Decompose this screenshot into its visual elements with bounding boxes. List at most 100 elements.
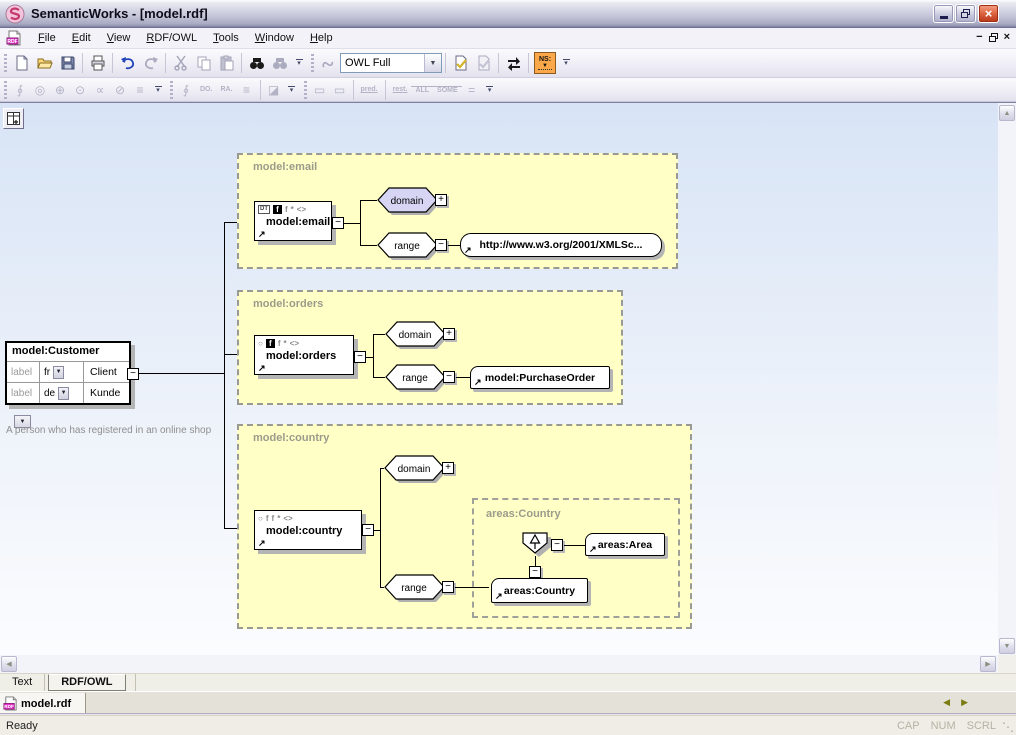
language-select[interactable]: fr▼ <box>39 362 84 382</box>
cut-button[interactable] <box>169 52 192 74</box>
tab-text-view[interactable]: Text <box>0 674 45 691</box>
menu-edit[interactable]: Edit <box>64 30 99 46</box>
orders-collapse-toggle[interactable]: − <box>354 351 366 363</box>
sync-views-button[interactable] <box>502 52 525 74</box>
toolbar-grip[interactable] <box>170 81 173 99</box>
email-domain-expand[interactable]: + <box>435 194 447 206</box>
tool-restriction-button[interactable]: rest. <box>389 86 412 93</box>
orders-property-node[interactable]: ○ f f * <> model:orders ↗ <box>254 335 354 375</box>
language-select[interactable]: de▼ <box>39 383 84 403</box>
tab-rdfowl-view[interactable]: RDF/OWL <box>48 674 125 691</box>
save-button[interactable] <box>56 52 79 74</box>
menu-help[interactable]: Help <box>302 30 341 46</box>
tool-plus-circle-icon[interactable]: ⊕ <box>50 80 70 100</box>
doc-tab-scroll-right-icon[interactable]: ▶ <box>961 697 968 708</box>
tool-connector-icon[interactable]: ∝ <box>90 80 110 100</box>
redo-button[interactable] <box>139 52 162 74</box>
overview-button[interactable] <box>3 108 24 129</box>
tool-pin-icon[interactable]: ∮ <box>176 80 196 100</box>
toolbar-overflow-icon[interactable]: ▾ <box>293 59 305 67</box>
superclass-collapse-toggle[interactable]: − <box>529 566 541 578</box>
tool-dot-circle-icon[interactable]: ⊙ <box>70 80 90 100</box>
vertical-scrollbar[interactable]: ▲ ▼ <box>998 102 1016 655</box>
mdi-restore-button[interactable] <box>989 33 998 42</box>
tool-slash-circle-icon[interactable]: ⊘ <box>110 80 130 100</box>
scroll-down-button[interactable]: ▼ <box>999 638 1015 654</box>
tool-somevalues-button[interactable]: SOME <box>433 86 462 94</box>
copy-button[interactable] <box>192 52 215 74</box>
close-button[interactable]: × <box>978 4 999 23</box>
print-button[interactable] <box>86 52 109 74</box>
orders-domain-hexagon[interactable]: domain <box>385 321 447 351</box>
mdi-close-button[interactable]: × <box>1004 31 1010 43</box>
country-domain-expand[interactable]: + <box>442 462 454 474</box>
toolbar-overflow-icon[interactable]: ▾ <box>152 86 164 94</box>
menu-rdfowl[interactable]: RDF/OWL <box>138 30 205 46</box>
isa-collapse-toggle[interactable]: − <box>551 539 563 551</box>
menu-window[interactable]: Window <box>247 30 302 46</box>
country-range-collapse[interactable]: − <box>442 581 454 593</box>
namespace-button[interactable]: NS: ▼ <box>534 52 556 74</box>
tool-rect2-icon[interactable]: ▭ <box>330 80 350 100</box>
menu-view[interactable]: View <box>99 30 139 46</box>
toolbar-grip[interactable] <box>4 54 7 72</box>
areas-country-node[interactable]: areas:Country ↗ <box>491 578 588 603</box>
orders-range-collapse[interactable]: − <box>443 371 455 383</box>
country-range-hexagon[interactable]: range <box>384 574 446 604</box>
owl-mode-select[interactable]: OWL Full ▼ <box>340 53 442 73</box>
check-syntax-button[interactable] <box>449 52 472 74</box>
link-button[interactable] <box>317 52 340 74</box>
toolbar-overflow-icon[interactable]: ▾ <box>484 86 496 94</box>
minimize-button[interactable] <box>933 4 954 23</box>
find-button[interactable] <box>245 52 268 74</box>
isa-relation-icon[interactable] <box>522 532 554 560</box>
orders-range-target[interactable]: model:PurchaseOrder ↗ <box>470 366 610 389</box>
tool-domain-button[interactable]: DO. <box>196 86 216 93</box>
country-property-node[interactable]: ○ f f * <> model:country ↗ <box>254 510 362 550</box>
new-file-button[interactable] <box>10 52 33 74</box>
tool-bars-icon[interactable]: ≡ <box>237 80 257 100</box>
country-collapse-toggle[interactable]: − <box>362 524 374 536</box>
document-tab-model-rdf[interactable]: RDF model.rdf <box>0 693 86 714</box>
restore-button[interactable] <box>955 4 976 23</box>
email-range-hexagon[interactable]: range <box>377 232 439 262</box>
scroll-right-button[interactable]: ▶ <box>980 656 996 672</box>
toolbar-grip[interactable] <box>304 81 307 99</box>
scroll-left-button[interactable]: ◀ <box>1 656 17 672</box>
undo-button[interactable] <box>116 52 139 74</box>
email-property-node[interactable]: DT f f * <> model:email ↗ <box>254 201 332 241</box>
orders-range-hexagon[interactable]: range <box>385 364 447 394</box>
tool-pin-icon[interactable]: ∮ <box>10 80 30 100</box>
menu-tools[interactable]: Tools <box>205 30 247 46</box>
customer-collapse-toggle[interactable]: − <box>127 368 139 380</box>
email-domain-hexagon[interactable]: domain <box>377 187 439 217</box>
paste-button[interactable] <box>215 52 238 74</box>
toolbar-grip[interactable] <box>4 81 7 99</box>
horizontal-scrollbar[interactable]: ◀ ▶ <box>0 655 998 673</box>
country-domain-hexagon[interactable]: domain <box>384 455 446 485</box>
validate-button[interactable] <box>472 52 495 74</box>
toolbar-overflow-icon[interactable]: ▾ <box>560 59 572 67</box>
toolbar-overflow-icon[interactable]: ▾ <box>286 86 298 94</box>
email-collapse-toggle[interactable]: − <box>332 217 344 229</box>
document-rdf-icon[interactable]: RDF <box>6 30 22 46</box>
scroll-up-button[interactable]: ▲ <box>999 105 1015 121</box>
open-file-button[interactable] <box>33 52 56 74</box>
tool-rect-icon[interactable]: ▭ <box>310 80 330 100</box>
tool-circles-icon[interactable]: ◎ <box>30 80 50 100</box>
tool-bars-icon[interactable]: ≡ <box>130 80 150 100</box>
find-next-button[interactable] <box>268 52 291 74</box>
toolbar-grip[interactable] <box>311 54 314 72</box>
mdi-minimize-button[interactable]: − <box>976 31 982 43</box>
resize-grip-icon[interactable]: ⋱ <box>1002 720 1014 734</box>
tool-fill-square-icon[interactable]: ◪ <box>264 80 284 100</box>
customer-class-box[interactable]: model:Customer label fr▼ Client label de… <box>5 341 131 405</box>
tool-range-button[interactable]: RA. <box>216 86 236 93</box>
doc-tab-scroll-left-icon[interactable]: ◀ <box>943 697 950 708</box>
tool-allvalues-button[interactable]: ALL <box>411 86 433 94</box>
menu-file[interactable]: File <box>30 30 64 46</box>
combo-dropdown-icon[interactable]: ▼ <box>424 54 441 72</box>
orders-domain-expand[interactable]: + <box>443 328 455 340</box>
tool-predicate-button[interactable]: pred. <box>357 86 382 93</box>
areas-area-node[interactable]: areas:Area ↗ <box>585 533 665 556</box>
